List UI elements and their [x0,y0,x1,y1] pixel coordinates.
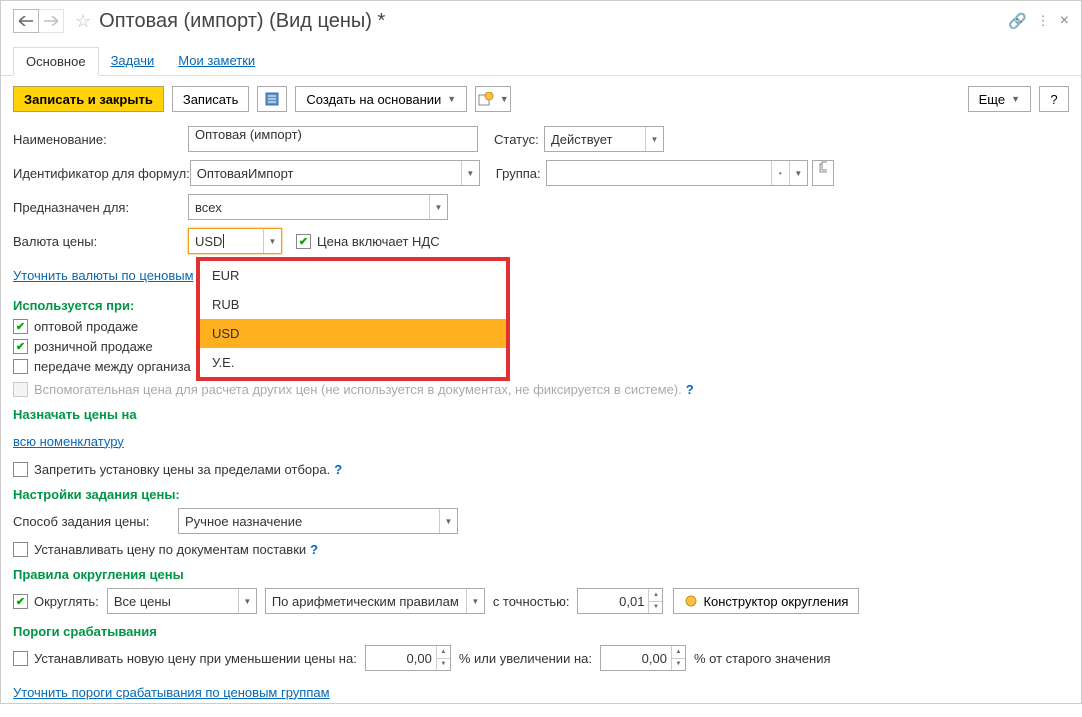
favorite-icon[interactable]: ☆ [75,11,91,32]
group-label: Группа: [496,166,546,181]
chevron-down-icon: ▼ [447,94,456,104]
rounding-header: Правила округления цены [13,567,1069,582]
increase-input[interactable]: 0,00 ▲▼ [600,645,686,671]
spinner-icon[interactable]: ▲▼ [648,589,662,613]
create-based-button[interactable]: Создать на основании▼ [295,86,467,112]
name-input[interactable]: Оптовая (импорт) [188,126,478,152]
help-button[interactable]: ? [1039,86,1069,112]
ellipsis-icon[interactable]: • [771,161,789,185]
status-label: Статус: [494,132,544,147]
tab-main[interactable]: Основное [13,47,99,76]
id-label: Идентификатор для формул: [13,166,190,181]
set-new-price-checkbox[interactable]: ✔ [13,651,28,666]
page-title: Оптовая (импорт) (Вид цены) * [99,10,385,33]
tab-notes[interactable]: Мои заметки [166,47,267,75]
status-select[interactable]: Действует ▼ [544,126,664,152]
toolbar: Записать и закрыть Записать Создать на о… [1,76,1081,122]
thresholds-header: Пороги срабатывания [13,624,1069,639]
group-select[interactable]: • ▼ [546,160,808,186]
nav-forward-button[interactable] [38,9,64,33]
transfer-checkbox[interactable]: ✔ [13,359,28,374]
precision-input[interactable]: 0,01 ▲▼ [577,588,663,614]
save-close-button[interactable]: Записать и закрыть [13,86,164,112]
wholesale-checkbox[interactable]: ✔ [13,319,28,334]
chevron-down-icon: ▼ [500,94,509,104]
more-icon[interactable]: ⋮ [1037,13,1050,29]
refine-currencies-link[interactable]: Уточнить валюты по ценовым [13,268,194,283]
chevron-down-icon[interactable]: ▼ [466,589,484,613]
vat-label: Цена включает НДС [317,234,440,249]
purpose-select[interactable]: всех ▼ [188,194,448,220]
round-checkbox[interactable]: ✔ [13,594,28,609]
price-settings-header: Настройки задания цены: [13,487,1069,502]
form: Наименование: Оптовая (импорт) Статус: Д… [1,122,1081,717]
spinner-icon[interactable]: ▲▼ [436,646,450,670]
reports-button[interactable]: ▼ [475,86,511,112]
open-icon [819,161,827,173]
currency-option-usd[interactable]: USD [200,319,506,348]
help-icon[interactable]: ? [686,382,694,397]
open-group-button[interactable] [812,160,834,186]
constructor-icon [684,594,698,608]
currency-label: Валюта цены: [13,234,188,249]
name-label: Наименование: [13,132,188,147]
aux-checkbox: ✔ [13,382,28,397]
refine-thresholds-link[interactable]: Уточнить пороги срабатывания по ценовым … [13,685,330,700]
chevron-down-icon[interactable]: ▼ [238,589,256,613]
chevron-down-icon: ▼ [1011,94,1020,104]
round-label: Округлять: [34,594,99,609]
currency-option-ue[interactable]: У.Е. [200,348,506,377]
method-label: Способ задания цены: [13,514,178,529]
chevron-down-icon[interactable]: ▼ [263,229,281,253]
assign-prices-header: Назначать цены на [13,407,1069,422]
chevron-down-icon[interactable]: ▼ [439,509,457,533]
list-icon [265,92,279,106]
currency-dropdown: EUR RUB USD У.Е. [196,257,510,381]
id-input[interactable]: ОптоваяИмпорт ▼ [190,160,480,186]
round-rule-select[interactable]: По арифметическим правилам ▼ [265,588,485,614]
help-icon[interactable]: ? [334,462,342,477]
spinner-icon[interactable]: ▲▼ [671,646,685,670]
all-nomenclature-link[interactable]: всю номенклатуру [13,434,124,449]
report-icon [478,92,494,106]
currency-select[interactable]: USD ▼ [188,228,282,254]
chevron-down-icon[interactable]: ▼ [645,127,663,151]
list-button[interactable] [257,86,287,112]
purpose-label: Предназначен для: [13,200,188,215]
help-icon[interactable]: ? [310,542,318,557]
currency-option-rub[interactable]: RUB [200,290,506,319]
more-button[interactable]: Еще▼ [968,86,1031,112]
decrease-input[interactable]: 0,00 ▲▼ [365,645,451,671]
chevron-down-icon[interactable]: ▼ [789,161,807,185]
cursor-icon [223,234,224,248]
method-select[interactable]: Ручное назначение ▼ [178,508,458,534]
set-by-docs-checkbox[interactable]: ✔ [13,542,28,557]
constructor-button[interactable]: Конструктор округления [673,588,859,614]
arrow-right-icon [44,16,58,26]
close-icon[interactable]: × [1060,12,1069,30]
used-at-header: Используется при: [13,298,1069,313]
precision-label: с точностью: [493,594,570,609]
save-button[interactable]: Записать [172,86,250,112]
header: ☆ Оптовая (импорт) (Вид цены) * 🔗 ⋮ × [1,1,1081,37]
round-prices-select[interactable]: Все цены ▼ [107,588,257,614]
chevron-down-icon[interactable]: ▼ [461,161,479,185]
chevron-down-icon[interactable]: ▼ [429,195,447,219]
nav-back-button[interactable] [13,9,39,33]
tab-tasks[interactable]: Задачи [99,47,167,75]
link-icon[interactable]: 🔗 [1008,12,1027,30]
arrow-left-icon [19,16,33,26]
retail-checkbox[interactable]: ✔ [13,339,28,354]
currency-option-eur[interactable]: EUR [200,261,506,290]
forbid-checkbox[interactable]: ✔ [13,462,28,477]
tabs: Основное Задачи Мои заметки [1,43,1081,76]
vat-checkbox[interactable]: ✔ [296,234,311,249]
